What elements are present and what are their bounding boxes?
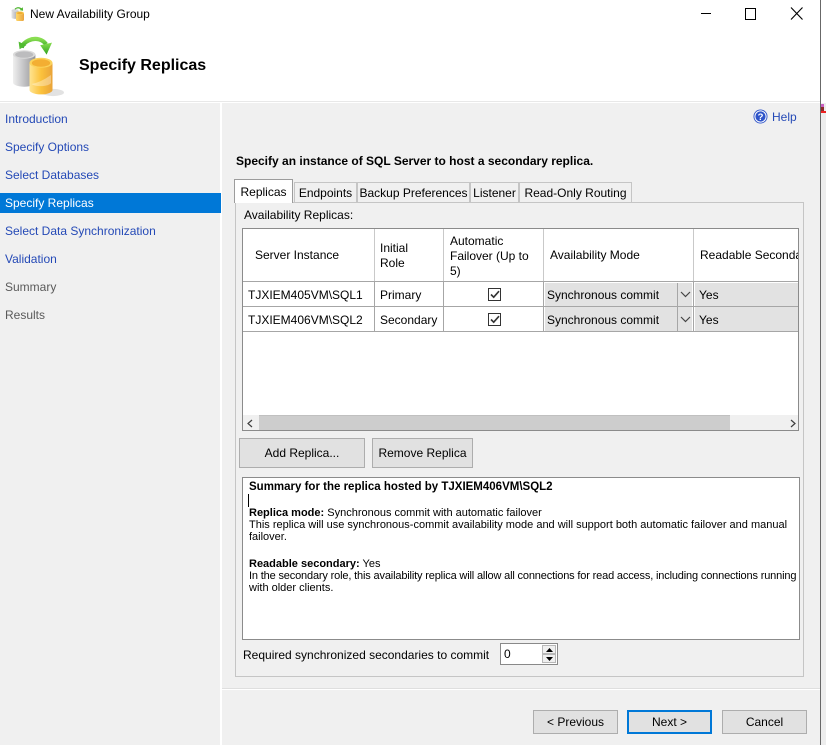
svg-text:?: ? bbox=[758, 112, 764, 123]
